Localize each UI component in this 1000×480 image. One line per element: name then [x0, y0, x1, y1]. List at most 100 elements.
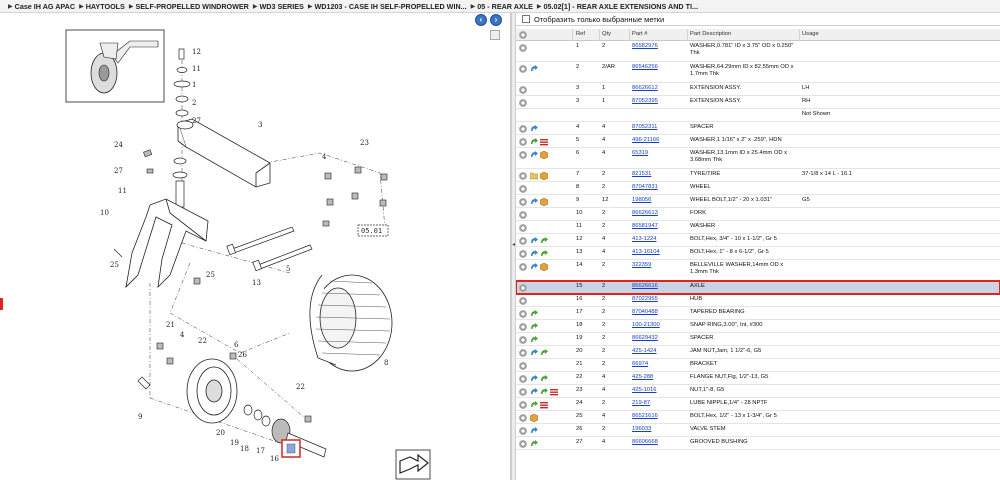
- callout-label[interactable]: 20: [216, 429, 225, 437]
- replacement-arrow-icon[interactable]: [530, 125, 538, 133]
- table-row[interactable]: 27 4 86606668 GROOVED BUSHING: [516, 437, 1000, 450]
- callout-label[interactable]: 5: [286, 265, 290, 273]
- options-gear-icon[interactable]: [519, 362, 527, 370]
- options-gear-icon[interactable]: [519, 284, 527, 292]
- fork[interactable]: [125, 198, 209, 289]
- diagram-thumbnail[interactable]: [65, 29, 165, 103]
- kit-arrow-icon[interactable]: [530, 323, 538, 331]
- kit-arrow-icon[interactable]: [540, 250, 548, 258]
- part-number-link[interactable]: 86606668: [632, 439, 688, 446]
- callout-label[interactable]: 8: [384, 359, 388, 367]
- part-number-link[interactable]: 86546256: [632, 64, 688, 71]
- part-number-link[interactable]: 87047831: [632, 184, 688, 191]
- header-part[interactable]: Part #: [632, 31, 688, 38]
- part-number-link[interactable]: 86521616: [632, 413, 688, 420]
- folder-icon[interactable]: [530, 172, 538, 180]
- table-row[interactable]: 12 4 413-1224 BOLT,Hex, 3/4" - 10 x 1-1/2",…: [516, 234, 1000, 247]
- breadcrumb-item[interactable]: 05.02[1] - REAR AXLE EXTENSIONS AND TI..…: [544, 2, 698, 11]
- table-row[interactable]: 21 2 66974 BRACKET: [516, 359, 1000, 372]
- replacement-arrow-icon[interactable]: [530, 388, 538, 396]
- callout-label[interactable]: 25: [110, 261, 119, 269]
- options-gear-icon[interactable]: [519, 250, 527, 258]
- callout-label[interactable]: 27: [114, 167, 123, 175]
- part-number-link[interactable]: 322359: [632, 262, 688, 269]
- package-icon[interactable]: [540, 172, 548, 180]
- table-row[interactable]: 3 1 86626612 EXTENSION ASSY. LH: [516, 83, 1000, 96]
- options-gear-icon[interactable]: [519, 263, 527, 271]
- table-row[interactable]: 20 2 425-1424 JAM NUT,Jam, 1 1/2"-6, G5: [516, 346, 1000, 359]
- kit-arrow-icon[interactable]: [540, 237, 548, 245]
- callout-label[interactable]: 3: [258, 121, 262, 129]
- table-row[interactable]: 22 4 425-288 FLANGE NUT,Flg, 1/2"-13, G5: [516, 372, 1000, 385]
- kit-arrow-icon[interactable]: [530, 401, 538, 409]
- header-gear-icon[interactable]: [519, 31, 567, 40]
- options-gear-icon[interactable]: [519, 401, 527, 409]
- table-row[interactable]: 1 2 86582976 WASHER,0.781" ID x 3.75" OD x …: [516, 41, 1000, 62]
- part-number-link[interactable]: 86629432: [632, 335, 688, 342]
- part-number-link[interactable]: 66974: [632, 361, 688, 368]
- callout-label[interactable]: 11: [192, 65, 201, 73]
- part-number-link[interactable]: 425-1016: [632, 387, 688, 394]
- table-row[interactable]: 14 2 322359 BELLEVILLE WASHER,14mm OD x 1.3…: [516, 260, 1000, 281]
- replacement-arrow-icon[interactable]: [530, 263, 538, 271]
- breadcrumb-item[interactable]: Case IH AG APAC: [15, 2, 75, 11]
- package-icon[interactable]: [540, 151, 548, 159]
- options-gear-icon[interactable]: [519, 86, 527, 94]
- options-gear-icon[interactable]: [519, 44, 527, 52]
- options-gear-icon[interactable]: [519, 375, 527, 383]
- extension-assy[interactable]: [176, 118, 271, 188]
- table-row[interactable]: 9 12 198056 WHEEL BOLT,1/2" - 20 x 1.031" G5: [516, 195, 1000, 208]
- options-gear-icon[interactable]: [519, 138, 527, 146]
- header-qty[interactable]: Qty: [602, 31, 628, 38]
- callout-label[interactable]: 24: [114, 141, 123, 149]
- table-row[interactable]: Not Shown: [516, 109, 1000, 122]
- replacement-arrow-icon[interactable]: [530, 427, 538, 435]
- breadcrumb-item[interactable]: SELF-PROPELLED WINDROWER: [135, 2, 248, 11]
- callout-label[interactable]: 25: [206, 271, 215, 279]
- callout-label[interactable]: 4: [180, 331, 185, 339]
- breadcrumb-item[interactable]: WD1203 - CASE IH SELF-PROPELLED WIN...: [314, 2, 466, 11]
- options-gear-icon[interactable]: [519, 388, 527, 396]
- table-row[interactable]: 17 2 87040488 TAPERED BEARING: [516, 307, 1000, 320]
- options-gear-icon[interactable]: [519, 185, 527, 193]
- prev-diagram-button[interactable]: ‹: [475, 14, 487, 26]
- header-desc[interactable]: Part Description: [690, 31, 800, 38]
- part-number-link[interactable]: 86582976: [632, 43, 688, 50]
- part-number-link[interactable]: 87052311: [632, 124, 688, 131]
- wheel[interactable]: [186, 358, 238, 424]
- options-gear-icon[interactable]: [519, 198, 527, 206]
- part-number-link[interactable]: 821531: [632, 171, 688, 178]
- part-number-link[interactable]: 100-21300: [632, 322, 688, 329]
- kit-arrow-icon[interactable]: [530, 336, 538, 344]
- callout-label[interactable]: 6: [234, 341, 239, 349]
- options-gear-icon[interactable]: [519, 125, 527, 133]
- table-row[interactable]: 24 2 219-87 LUBE NIPPLE,1/4" - 28 NPTF: [516, 398, 1000, 411]
- options-gear-icon[interactable]: [519, 224, 527, 232]
- kit-arrow-icon[interactable]: [530, 440, 538, 448]
- callout-label[interactable]: 1: [192, 81, 196, 89]
- options-gear-icon[interactable]: [519, 151, 527, 159]
- callout-label[interactable]: 16: [270, 455, 279, 463]
- part-number-link[interactable]: 87040488: [632, 309, 688, 316]
- table-row[interactable]: 5 4 496-21166 WASHER,1 1/16" x 2" x .259", …: [516, 135, 1000, 148]
- callout-label[interactable]: 26: [238, 351, 247, 359]
- part-number-link[interactable]: 413-1224: [632, 236, 688, 243]
- part-number-link[interactable]: 196033: [632, 426, 688, 433]
- table-row[interactable]: 13 4 413-16104 BOLT,Hex, 1" - 8 x 6-1/2", G…: [516, 247, 1000, 260]
- callout-label[interactable]: 11: [118, 187, 127, 195]
- options-gear-icon[interactable]: [519, 440, 527, 448]
- part-number-link[interactable]: 86626616: [632, 283, 688, 290]
- callout-label[interactable]: 17: [256, 447, 265, 455]
- callout-label[interactable]: 2: [192, 99, 196, 107]
- part-number-link[interactable]: 219-87: [632, 400, 688, 407]
- table-row[interactable]: 19 2 86629432 SPACER: [516, 333, 1000, 346]
- table-row[interactable]: 2 2/AR 86546256 WASHER,64.29mm ID x 82.55mm…: [516, 62, 1000, 83]
- table-row[interactable]: 3 1 87052395 EXTENSION ASSY. RH: [516, 96, 1000, 109]
- options-gear-icon[interactable]: [519, 211, 527, 219]
- table-row[interactable]: 10 2 86626613 FORK: [516, 208, 1000, 221]
- header-usage[interactable]: Usage: [802, 31, 912, 38]
- replacement-arrow-icon[interactable]: [530, 65, 538, 73]
- callout-label[interactable]: 19: [230, 439, 239, 447]
- package-icon[interactable]: [530, 414, 538, 422]
- breadcrumb-item[interactable]: WD3 SERIES: [260, 2, 304, 11]
